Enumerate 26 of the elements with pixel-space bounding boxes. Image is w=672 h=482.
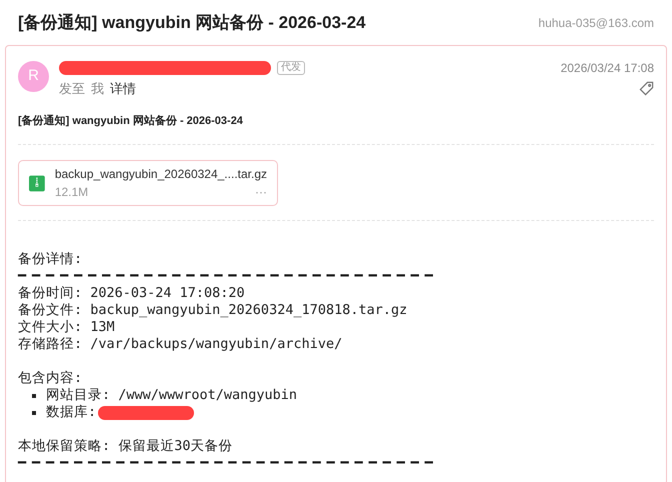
details-link[interactable]: 详情 [110, 79, 136, 98]
body-text: 包含内容: [18, 370, 82, 386]
proxy-badge: 代发 [277, 61, 305, 75]
body-text: 数据库: [46, 404, 96, 421]
tag-icon[interactable] [639, 81, 654, 96]
body-text: 网站目录: /www/wwwroot/wangyubin [46, 387, 298, 404]
avatar: R [18, 61, 49, 92]
body-text: 备份时间: 2026-03-24 17:08:20 [18, 285, 245, 301]
separator-line: ━━━━━━━━━━━━━━━━━━━━━━━━━━━━━━ [18, 455, 439, 471]
recipient: 我 [91, 80, 104, 98]
bullet-icon [32, 410, 36, 414]
email-title: [备份通知] wangyubin 网站备份 - 2026-03-24 [18, 12, 366, 34]
attachment-size: 12.1M [54, 184, 88, 201]
attachment-name: backup_wangyubin_20260324_....tar.gz [54, 166, 267, 183]
body-text: 备份详情: [18, 251, 82, 267]
body-text: 本地保留策略: 保留最近30天备份 [18, 438, 233, 454]
message-time: 2026/03/24 17:08 [560, 60, 654, 77]
account-address: huhua-035@163.com [538, 14, 654, 32]
message-subject: [备份通知] wangyubin 网站备份 - 2026-03-24 [18, 114, 244, 128]
separator-line: ━━━━━━━━━━━━━━━━━━━━━━━━━━━━━━ [18, 268, 439, 284]
body-text: 备份文件: backup_wangyubin_20260324_170818.tar.gz [18, 302, 408, 318]
attachment-card[interactable]: backup_wangyubin_20260324_....tar.gz 12.1M ··· [18, 160, 278, 206]
sent-to-label: 发至 [59, 80, 85, 98]
body-text: 存储路径: /var/backups/wangyubin/archive/ [18, 336, 342, 352]
bullet-icon [32, 394, 36, 398]
body-text: 文件大小: 13M [18, 319, 115, 335]
